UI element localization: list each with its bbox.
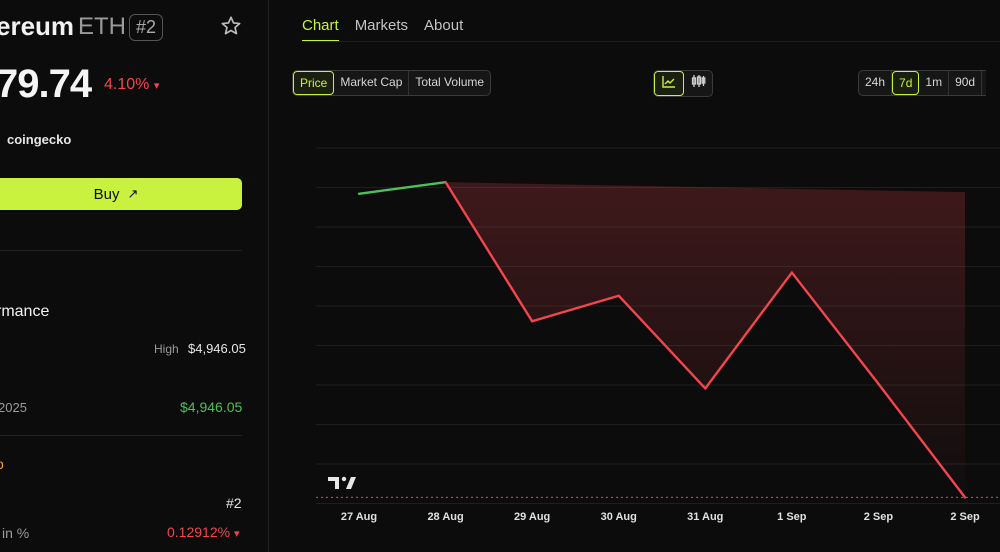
data-source-label[interactable]: coingecko xyxy=(7,132,71,147)
section-heading-fragment: o xyxy=(0,456,4,472)
ath-date: 2025 xyxy=(0,400,27,415)
tradingview-logo-icon xyxy=(328,476,356,489)
divider xyxy=(0,250,242,251)
down-arrow-icon: ▾ xyxy=(153,80,160,92)
x-tick-label: 2 Sep xyxy=(950,511,980,523)
x-tick-label: 29 Aug xyxy=(514,511,550,523)
price-value: 79.74 xyxy=(0,62,92,106)
price-area-fill xyxy=(445,182,965,498)
rank-badge: #2 xyxy=(129,14,164,41)
coin-name: ereum xyxy=(0,11,75,41)
dominance-value: 0.12912% ▾ xyxy=(167,524,240,540)
coin-ticker: ETH xyxy=(78,13,126,40)
performance-title: rmance xyxy=(0,303,50,320)
x-tick-label: 28 Aug xyxy=(427,511,463,523)
ath-value: $4,946.05 xyxy=(180,399,243,415)
coin-summary-panel: ereum ETH #2 79.74 4.10% ▾ coingecko Buy… xyxy=(0,0,269,552)
divider xyxy=(0,435,242,436)
x-tick-label: 1 Sep xyxy=(777,511,807,523)
market-cap-rank: #2 xyxy=(226,495,242,511)
x-tick-label: 30 Aug xyxy=(601,511,637,523)
x-tick-label: 27 Aug xyxy=(341,511,377,523)
dominance-label: in % xyxy=(2,525,30,541)
price-change: 4.10% ▾ xyxy=(104,76,160,93)
price-chart[interactable]: 27 Aug 28 Aug 29 Aug 30 Aug 31 Aug 1 Sep 2 Sep… xyxy=(268,0,1000,552)
chart-panel: Chart Markets About Price Market Cap Tot… xyxy=(268,0,1000,552)
x-tick-label: 31 Aug xyxy=(687,511,723,523)
buy-label: Buy xyxy=(93,185,120,203)
external-arrow-icon: ↗ xyxy=(127,186,139,201)
buy-button[interactable]: Buy ↗ xyxy=(0,178,242,210)
high-value: $4,946.05 xyxy=(188,341,246,356)
star-icon[interactable] xyxy=(220,15,242,37)
x-tick-label: 2 Sep xyxy=(864,511,894,523)
down-arrow-icon: ▾ xyxy=(233,528,240,540)
high-label: High xyxy=(154,342,179,356)
